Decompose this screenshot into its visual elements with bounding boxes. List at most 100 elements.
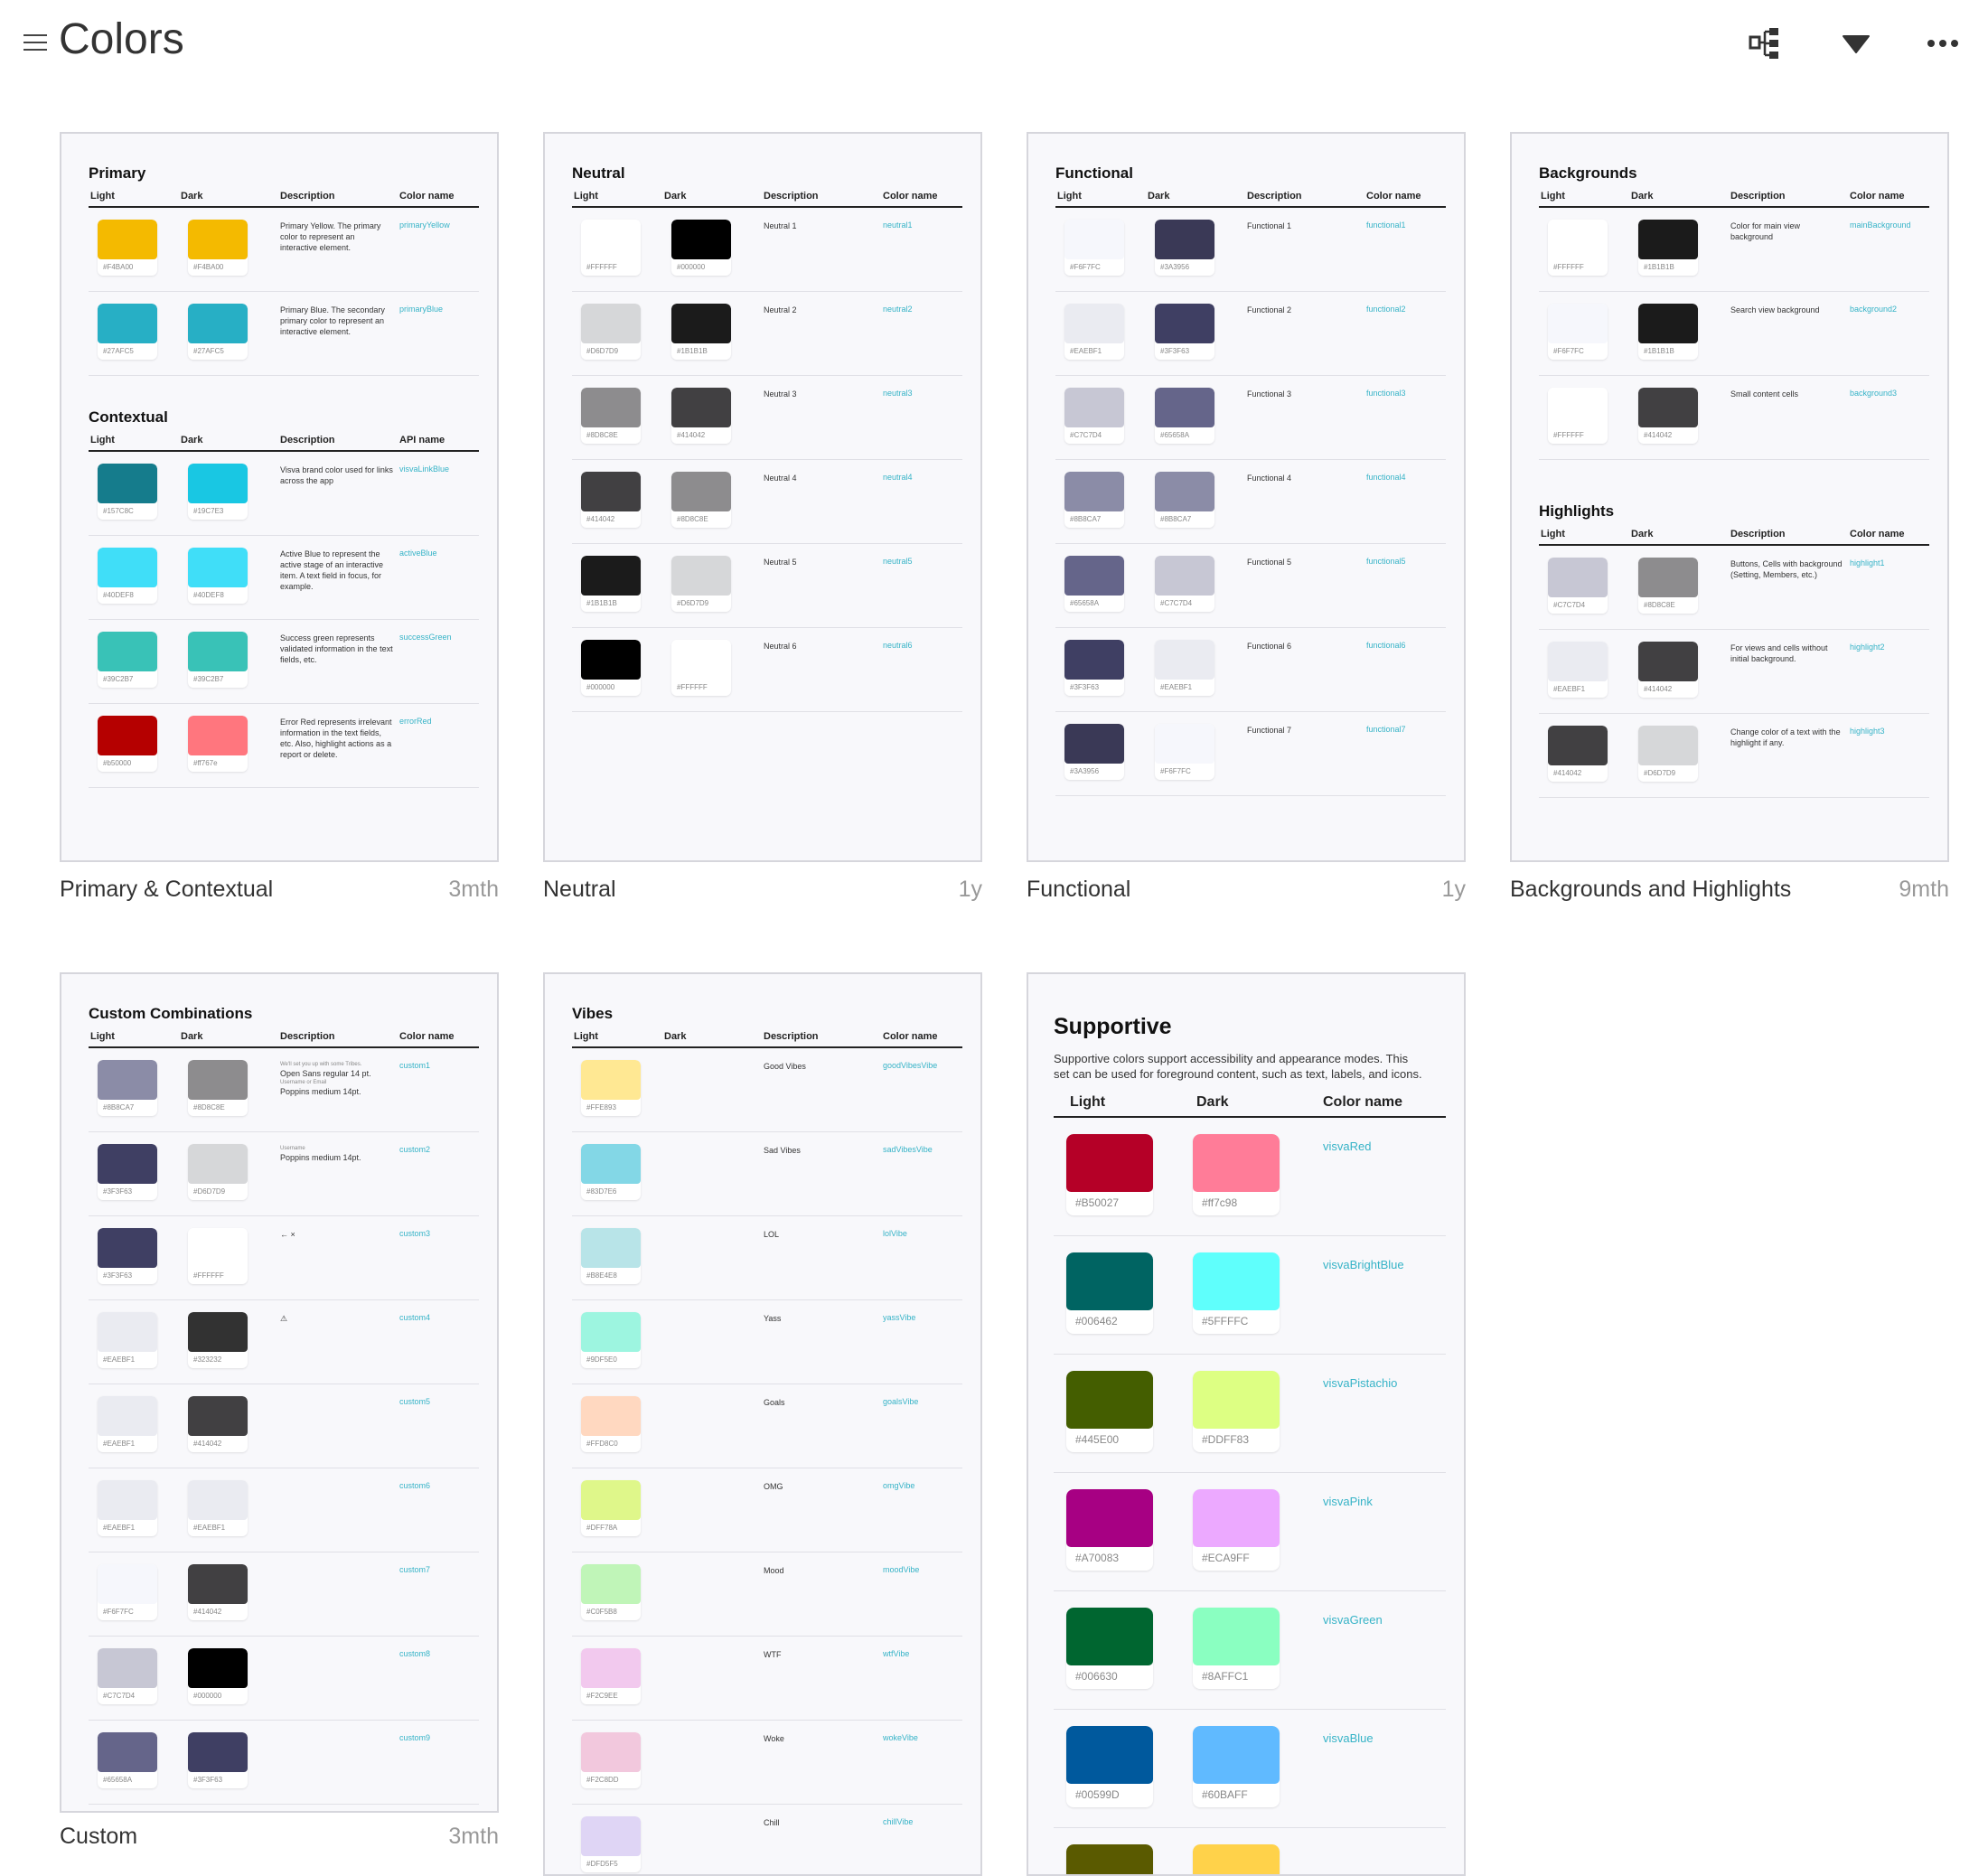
dark-swatch[interactable]: #000000: [188, 1648, 248, 1704]
light-swatch[interactable]: #3F3F63: [1064, 640, 1124, 696]
board-primary-contextual[interactable]: Primary Light Dark Description Color nam…: [60, 132, 499, 862]
dark-swatch[interactable]: #40DEF8: [188, 548, 248, 604]
dark-swatch[interactable]: #ECA9FF: [1193, 1489, 1280, 1571]
hamburger-menu-icon[interactable]: [23, 34, 47, 51]
dark-swatch[interactable]: #414042: [1638, 642, 1698, 698]
light-swatch[interactable]: [1066, 1844, 1153, 1874]
light-swatch[interactable]: #000000: [581, 640, 641, 696]
download-icon[interactable]: [1838, 25, 1874, 61]
light-swatch[interactable]: #3F3F63: [98, 1228, 157, 1284]
light-swatch[interactable]: #FFFFFF: [581, 220, 641, 276]
light-swatch[interactable]: #EAEBF1: [98, 1396, 157, 1452]
dark-swatch[interactable]: #323232: [188, 1312, 248, 1368]
light-swatch[interactable]: #b50000: [98, 716, 157, 772]
dark-swatch[interactable]: #DDFF83: [1193, 1371, 1280, 1452]
light-swatch[interactable]: #EAEBF1: [98, 1480, 157, 1536]
light-swatch[interactable]: #F6F7FC: [1548, 304, 1608, 360]
dark-swatch[interactable]: #8AFFC1: [1193, 1608, 1280, 1689]
dark-swatch[interactable]: #414042: [1638, 388, 1698, 444]
dark-swatch[interactable]: [1193, 1844, 1280, 1874]
dark-swatch[interactable]: #65658A: [1155, 388, 1214, 444]
light-swatch[interactable]: #A70083: [1066, 1489, 1153, 1571]
dark-swatch[interactable]: #F4BA00: [188, 220, 248, 276]
dark-swatch[interactable]: #8D8C8E: [1638, 558, 1698, 614]
light-swatch[interactable]: #157C8C: [98, 464, 157, 520]
dark-swatch[interactable]: #19C7E3: [188, 464, 248, 520]
dark-swatch[interactable]: #8D8C8E: [188, 1060, 248, 1116]
light-swatch[interactable]: #FFD8C0: [581, 1396, 641, 1452]
board-caption[interactable]: Backgrounds and Highlights: [1510, 877, 1791, 903]
dark-swatch[interactable]: #1B1B1B: [671, 304, 731, 360]
dark-swatch[interactable]: #60BAFF: [1193, 1726, 1280, 1807]
board-caption[interactable]: Neutral: [543, 877, 616, 903]
light-swatch[interactable]: #8B8CA7: [98, 1060, 157, 1116]
light-swatch[interactable]: #B8E4E8: [581, 1228, 641, 1284]
light-swatch[interactable]: #C7C7D4: [1064, 388, 1124, 444]
dark-swatch[interactable]: #27AFC5: [188, 304, 248, 360]
dark-swatch[interactable]: #EAEBF1: [1155, 640, 1214, 696]
dark-swatch[interactable]: #8D8C8E: [671, 472, 731, 528]
light-swatch[interactable]: #FFE893: [581, 1060, 641, 1116]
dark-swatch[interactable]: #414042: [188, 1396, 248, 1452]
light-swatch[interactable]: #445E00: [1066, 1371, 1153, 1452]
dark-swatch[interactable]: #D6D7D9: [188, 1144, 248, 1200]
light-swatch[interactable]: #8B8CA7: [1064, 472, 1124, 528]
light-swatch[interactable]: #DFF78A: [581, 1480, 641, 1536]
dark-swatch[interactable]: #C7C7D4: [1155, 556, 1214, 612]
board-functional[interactable]: Functional Light Dark Description Color …: [1027, 132, 1466, 862]
dark-swatch[interactable]: #ff767e: [188, 716, 248, 772]
dark-swatch[interactable]: #FFFFFF: [188, 1228, 248, 1284]
light-swatch[interactable]: #414042: [581, 472, 641, 528]
light-swatch[interactable]: #F4BA00: [98, 220, 157, 276]
dark-swatch[interactable]: #1B1B1B: [1638, 304, 1698, 360]
board-caption[interactable]: Functional: [1027, 877, 1130, 903]
light-swatch[interactable]: #FFFFFF: [1548, 388, 1608, 444]
light-swatch[interactable]: #EAEBF1: [1064, 304, 1124, 360]
board-supportive[interactable]: Supportive Supportive colors support acc…: [1027, 972, 1466, 1876]
board-neutral[interactable]: Neutral Light Dark Description Color nam…: [543, 132, 982, 862]
light-swatch[interactable]: #65658A: [1064, 556, 1124, 612]
dark-swatch[interactable]: #3F3F63: [188, 1732, 248, 1788]
light-swatch[interactable]: #39C2B7: [98, 632, 157, 688]
light-swatch[interactable]: #F6F7FC: [98, 1564, 157, 1620]
light-swatch[interactable]: #F2C8DD: [581, 1732, 641, 1788]
light-swatch[interactable]: #B50027: [1066, 1134, 1153, 1215]
light-swatch[interactable]: #3F3F63: [98, 1144, 157, 1200]
dark-swatch[interactable]: #000000: [671, 220, 731, 276]
dark-swatch[interactable]: #D6D7D9: [671, 556, 731, 612]
light-swatch[interactable]: #8D8C8E: [581, 388, 641, 444]
light-swatch[interactable]: #414042: [1548, 726, 1608, 782]
light-swatch[interactable]: #3A3956: [1064, 724, 1124, 780]
light-swatch[interactable]: #65658A: [98, 1732, 157, 1788]
light-swatch[interactable]: #F2C9EE: [581, 1648, 641, 1704]
light-swatch[interactable]: #006462: [1066, 1252, 1153, 1334]
light-swatch[interactable]: #EAEBF1: [1548, 642, 1608, 698]
light-swatch[interactable]: #006630: [1066, 1608, 1153, 1689]
dark-swatch[interactable]: #FFFFFF: [671, 640, 731, 696]
light-swatch[interactable]: #FFFFFF: [1548, 220, 1608, 276]
dark-swatch[interactable]: #5FFFFC: [1193, 1252, 1280, 1334]
dark-swatch[interactable]: #D6D7D9: [1638, 726, 1698, 782]
light-swatch[interactable]: #C7C7D4: [98, 1648, 157, 1704]
dark-swatch[interactable]: #8B8CA7: [1155, 472, 1214, 528]
board-caption[interactable]: Custom: [60, 1824, 137, 1850]
dark-swatch[interactable]: #39C2B7: [188, 632, 248, 688]
light-swatch[interactable]: #40DEF8: [98, 548, 157, 604]
prototype-flow-icon[interactable]: [1748, 25, 1784, 61]
dark-swatch[interactable]: #1B1B1B: [1638, 220, 1698, 276]
dark-swatch[interactable]: #3A3956: [1155, 220, 1214, 276]
dark-swatch[interactable]: #414042: [671, 388, 731, 444]
light-swatch[interactable]: #DFD5F5: [581, 1816, 641, 1872]
light-swatch[interactable]: #1B1B1B: [581, 556, 641, 612]
more-options-icon[interactable]: [1925, 25, 1961, 61]
board-caption[interactable]: Primary & Contextual: [60, 877, 273, 903]
board-custom[interactable]: Custom Combinations Light Dark Descripti…: [60, 972, 499, 1813]
board-vibes[interactable]: Vibes Light Dark Description Color name …: [543, 972, 982, 1876]
light-swatch[interactable]: #C7C7D4: [1548, 558, 1608, 614]
dark-swatch[interactable]: #EAEBF1: [188, 1480, 248, 1536]
light-swatch[interactable]: #D6D7D9: [581, 304, 641, 360]
dark-swatch[interactable]: #F6F7FC: [1155, 724, 1214, 780]
light-swatch[interactable]: #83D7E6: [581, 1144, 641, 1200]
light-swatch[interactable]: #27AFC5: [98, 304, 157, 360]
light-swatch[interactable]: #C0F5B8: [581, 1564, 641, 1620]
